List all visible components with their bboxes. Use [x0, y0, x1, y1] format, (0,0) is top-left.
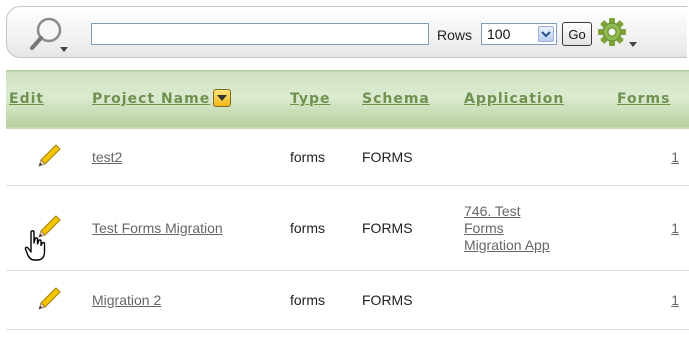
project-link[interactable]: Migration 2	[92, 292, 161, 308]
rows-label: Rows	[437, 27, 473, 43]
rows-select-value: 100	[487, 26, 511, 42]
project-name-cell: test2	[84, 128, 282, 186]
project-name-cell: Test Forms Migration	[84, 185, 282, 271]
forms-cell: 1	[605, 185, 689, 271]
table-row: Migration 2 forms FORMS 1	[6, 270, 689, 330]
hand-pointer-icon	[24, 230, 46, 261]
pencil-icon[interactable]	[34, 141, 64, 171]
schema-cell: FORMS	[358, 185, 456, 271]
sort-dropdown-icon[interactable]	[213, 88, 232, 107]
edit-cell	[6, 185, 84, 271]
search-icon[interactable]	[27, 15, 73, 55]
forms-cell: 1	[605, 270, 689, 330]
forms-cell: 1	[605, 128, 689, 186]
forms-count-link[interactable]: 1	[671, 149, 679, 165]
column-header-label: Type	[290, 91, 331, 107]
application-cell	[456, 270, 605, 330]
column-header-project-name[interactable]: Project Name	[84, 70, 282, 129]
search-input[interactable]	[91, 23, 429, 45]
column-header-label: Schema	[362, 91, 430, 107]
application-cell: 746. Test Forms Migration App	[456, 185, 605, 271]
edit-cell	[6, 128, 84, 186]
gear-icon[interactable]	[597, 15, 641, 53]
project-link[interactable]: test2	[92, 149, 122, 165]
pencil-icon[interactable]	[34, 284, 64, 314]
column-header-label: Application	[464, 91, 565, 107]
column-header-application[interactable]: Application	[456, 70, 605, 129]
project-name-cell: Migration 2	[84, 270, 282, 330]
column-header-edit[interactable]: Edit	[6, 70, 84, 129]
application-link-line[interactable]: Migration App	[464, 237, 605, 254]
column-header-label: Forms	[617, 91, 671, 107]
rows-select[interactable]: 100	[481, 23, 557, 45]
go-button[interactable]: Go	[562, 22, 592, 46]
type-cell: forms	[282, 128, 358, 186]
project-link[interactable]: Test Forms Migration	[92, 220, 223, 236]
forms-count-link[interactable]: 1	[671, 220, 679, 236]
forms-count-link[interactable]: 1	[671, 292, 679, 308]
schema-cell: FORMS	[358, 128, 456, 186]
application-cell	[456, 128, 605, 186]
column-header-label: Project Name	[92, 91, 211, 107]
column-header-schema[interactable]: Schema	[358, 70, 456, 129]
column-header-label: Edit	[9, 91, 45, 107]
application-link-line[interactable]: 746. Test	[464, 203, 605, 220]
column-header-type[interactable]: Type	[282, 70, 358, 129]
type-cell: forms	[282, 185, 358, 271]
search-toolbar: Rows 100 Go	[6, 6, 687, 58]
table-row: test2 forms FORMS 1	[6, 128, 689, 186]
table-header-row: Edit Project Name Type Schema Applicatio…	[6, 70, 689, 129]
column-header-forms[interactable]: Forms	[605, 70, 689, 129]
table-row: Test Forms Migration forms FORMS 746. Te…	[6, 185, 689, 271]
edit-cell	[6, 270, 84, 330]
report-table: Edit Project Name Type Schema Applicatio…	[6, 70, 689, 330]
schema-cell: FORMS	[358, 270, 456, 330]
application-link-line[interactable]: Forms	[464, 220, 605, 237]
chevron-down-icon[interactable]	[538, 26, 554, 42]
type-cell: forms	[282, 270, 358, 330]
